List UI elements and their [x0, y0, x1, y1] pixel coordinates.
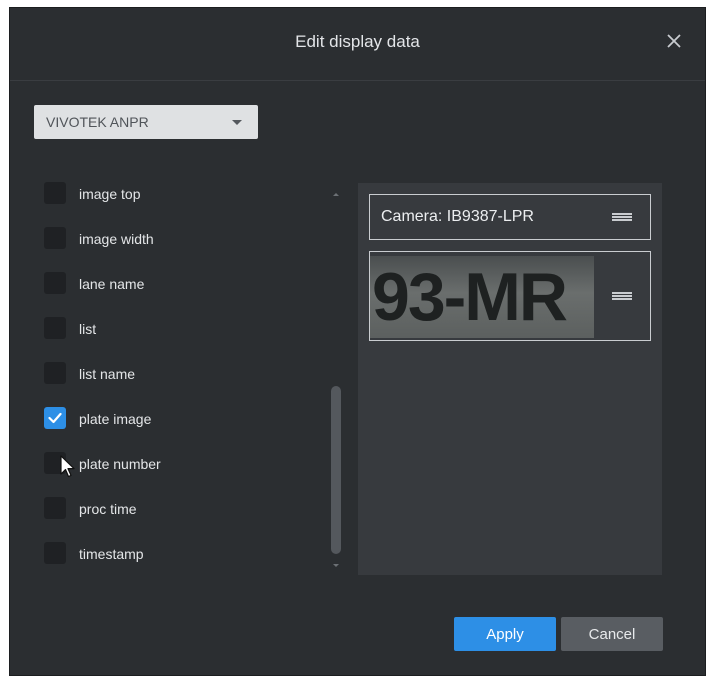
apply-button[interactable]: Apply [454, 617, 556, 651]
dialog-header: Edit display data [10, 8, 705, 81]
checkbox[interactable] [44, 497, 66, 519]
field-label: image top [79, 186, 141, 202]
field-label: lane name [79, 276, 145, 292]
checkbox[interactable] [44, 272, 66, 294]
field-label: timestamp [79, 546, 144, 562]
field-item-image-top[interactable]: image top [44, 180, 304, 208]
close-icon[interactable] [663, 30, 685, 52]
checkbox[interactable] [44, 542, 66, 564]
checkbox[interactable] [44, 317, 66, 339]
source-dropdown[interactable]: VIVOTEK ANPR [34, 105, 258, 139]
field-item-proc-time[interactable]: proc time [44, 495, 304, 523]
camera-label: Camera: IB9387-LPR [381, 208, 534, 225]
cancel-button[interactable]: Cancel [561, 617, 663, 651]
scrollbar-thumb[interactable] [331, 386, 341, 554]
source-dropdown-value: VIVOTEK ANPR [46, 114, 149, 130]
drag-handle-icon[interactable] [612, 292, 632, 300]
chevron-down-icon [232, 120, 242, 125]
checkbox[interactable] [44, 362, 66, 384]
field-item-plate-image[interactable]: plate image [44, 405, 304, 433]
scroll-up-arrow-icon[interactable] [333, 193, 339, 196]
scroll-down-arrow-icon[interactable] [333, 564, 339, 567]
drag-handle-icon[interactable] [612, 213, 632, 221]
checkbox[interactable] [44, 182, 66, 204]
field-label: list name [79, 366, 136, 382]
plate-image-text: 93-MR [372, 259, 568, 335]
field-label: plate image [79, 411, 152, 427]
field-item-image-width[interactable]: image width [44, 225, 304, 253]
field-label: plate number [79, 456, 161, 472]
field-item-lane-name[interactable]: lane name [44, 270, 304, 298]
field-label: list [79, 321, 97, 337]
field-item-plate-number[interactable]: plate number [44, 450, 304, 478]
field-item-list-name[interactable]: list name [44, 360, 304, 388]
backdrop [0, 0, 711, 8]
checkbox[interactable] [44, 227, 66, 249]
field-label: proc time [79, 501, 137, 517]
mouse-pointer-icon [60, 455, 76, 484]
field-label: image width [79, 231, 154, 247]
field-item-timestamp[interactable]: timestamp [44, 540, 304, 568]
license-plate-image: 93-MR [370, 256, 594, 338]
field-item-list[interactable]: list [44, 315, 304, 343]
preview-item-camera[interactable]: Camera: IB9387-LPR [369, 194, 651, 240]
dialog-title: Edit display data [295, 32, 420, 51]
display-preview-panel: Camera: IB9387-LPR 93-MR [358, 183, 662, 575]
checkmark-icon [48, 412, 62, 424]
preview-item-plate-image[interactable]: 93-MR [369, 251, 651, 341]
field-checkbox-list: image top image width lane name list lis… [44, 180, 344, 580]
checkbox-checked[interactable] [44, 407, 66, 429]
